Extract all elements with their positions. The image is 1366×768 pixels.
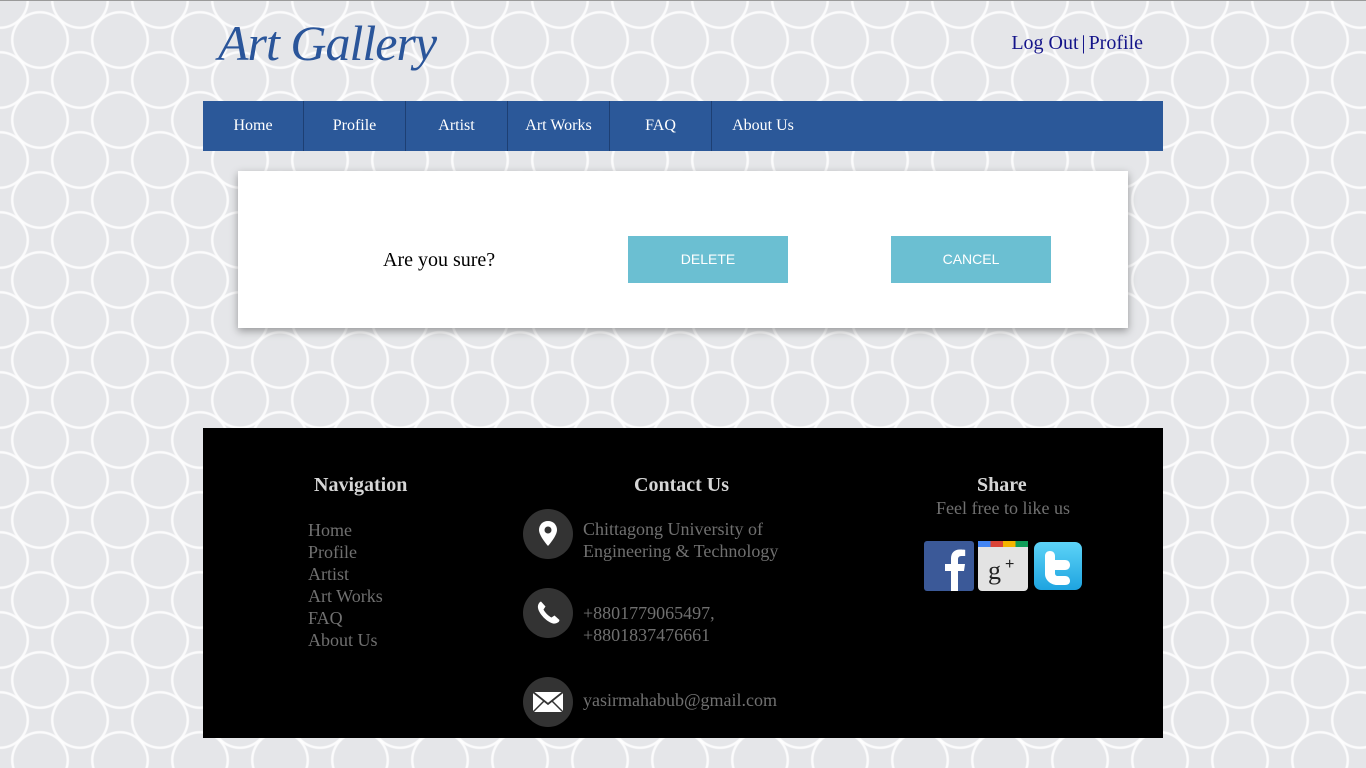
- account-links: Log Out | Profile: [1011, 32, 1143, 55]
- svg-text:+: +: [1005, 556, 1014, 573]
- footer-link-artist[interactable]: Artist: [308, 564, 349, 585]
- cancel-button[interactable]: CANCEL: [891, 236, 1051, 283]
- phone-line-1: +8801779065497,: [583, 603, 715, 623]
- phone-line-2: +8801837476661: [583, 625, 711, 645]
- nav-item-artist[interactable]: Artist: [406, 101, 507, 151]
- profile-link[interactable]: Profile: [1089, 32, 1143, 54]
- address-line-2: Engineering & Technology: [583, 541, 779, 561]
- contact-phones: +8801779065497, +8801837476661: [583, 602, 715, 646]
- site-footer: Navigation Home Profile Artist Art Works…: [203, 428, 1163, 738]
- delete-confirm-dialog: Are you sure? DELETE CANCEL: [238, 171, 1128, 328]
- contact-address: Chittagong University of Engineering & T…: [583, 518, 778, 562]
- footer-contact-title: Contact Us: [634, 474, 729, 496]
- logout-link[interactable]: Log Out: [1011, 32, 1078, 54]
- top-border: [0, 0, 1366, 1]
- nav-item-home[interactable]: Home: [203, 101, 303, 151]
- nav-item-faq[interactable]: FAQ: [610, 101, 711, 151]
- nav-item-about-us[interactable]: About Us: [712, 101, 814, 151]
- share-subtitle: Feel free to like us: [936, 498, 1070, 518]
- confirm-question: Are you sure?: [383, 249, 496, 271]
- footer-navigation-title: Navigation: [314, 474, 408, 496]
- link-separator: |: [1081, 32, 1086, 54]
- delete-button[interactable]: DELETE: [628, 236, 788, 283]
- google-plus-icon[interactable]: g +: [978, 541, 1028, 591]
- footer-link-faq[interactable]: FAQ: [308, 608, 343, 629]
- site-logo[interactable]: Art Gallery: [218, 14, 437, 72]
- svg-text:g: g: [988, 556, 1001, 585]
- twitter-icon[interactable]: [1033, 541, 1083, 591]
- contact-email[interactable]: yasirmahabub@gmail.com: [583, 689, 777, 711]
- nav-item-profile[interactable]: Profile: [304, 101, 405, 151]
- nav-item-art-works[interactable]: Art Works: [508, 101, 609, 151]
- envelope-icon: [523, 677, 573, 727]
- facebook-icon[interactable]: [924, 541, 974, 591]
- footer-link-about-us[interactable]: About Us: [308, 630, 378, 651]
- footer-link-art-works[interactable]: Art Works: [308, 586, 383, 607]
- footer-link-profile[interactable]: Profile: [308, 542, 357, 563]
- footer-share-title: Share: [977, 474, 1027, 496]
- phone-icon: [523, 588, 573, 638]
- footer-link-home[interactable]: Home: [308, 520, 352, 541]
- address-line-1: Chittagong University of: [583, 519, 763, 539]
- main-navbar: Home Profile Artist Art Works FAQ About …: [203, 101, 1163, 151]
- map-pin-icon: [523, 509, 573, 559]
